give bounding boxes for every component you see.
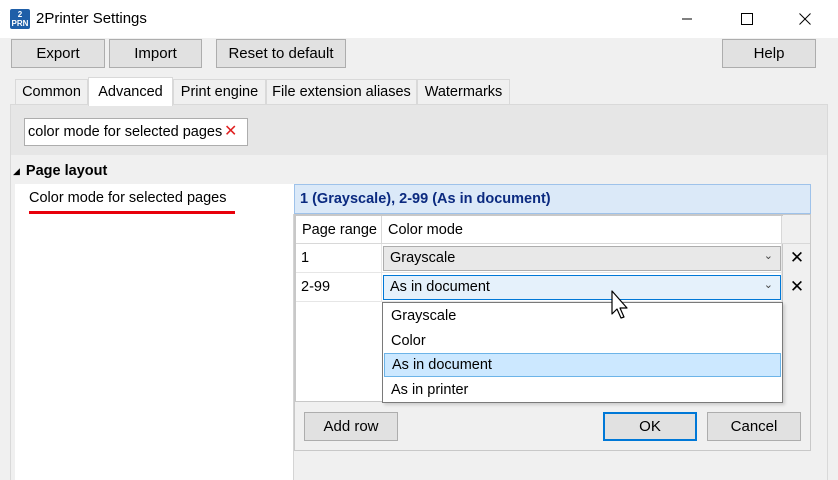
- column-header-color-mode[interactable]: Color mode: [382, 216, 782, 244]
- search-input[interactable]: color mode for selected pages: [24, 118, 248, 146]
- app-logo-icon: 2 PRN: [10, 9, 30, 29]
- combobox-value: As in document: [390, 279, 490, 295]
- maximize-button[interactable]: [724, 0, 770, 38]
- minimize-icon: [682, 18, 692, 20]
- property-name: Color mode for selected pages: [29, 190, 227, 206]
- chevron-down-icon: ⌄: [763, 249, 773, 262]
- delete-row-button[interactable]: ✕: [786, 247, 808, 269]
- cancel-button[interactable]: Cancel: [707, 412, 801, 441]
- tab-file-extension-aliases[interactable]: File extension aliases: [266, 79, 417, 104]
- dropdown-option-as-in-document[interactable]: As in document: [384, 353, 781, 377]
- category-page-layout[interactable]: ◢ Page layout: [13, 163, 107, 179]
- import-button[interactable]: Import: [109, 39, 202, 68]
- collapse-triangle-icon[interactable]: ◢: [13, 166, 20, 177]
- table-row-range-cell[interactable]: 2-99: [296, 273, 382, 302]
- reset-to-default-button[interactable]: Reset to default: [216, 39, 346, 68]
- tab-print-engine[interactable]: Print engine: [173, 79, 266, 104]
- dropdown-option-as-in-printer[interactable]: As in printer: [384, 378, 781, 402]
- color-mode-dropdown-list: Grayscale Color As in document As in pri…: [382, 302, 783, 403]
- table-row-mode-cell: Grayscale ⌄: [382, 244, 782, 273]
- search-input-value: color mode for selected pages: [28, 124, 223, 140]
- category-label: Page layout: [25, 163, 108, 179]
- mouse-pointer-icon: [611, 290, 628, 319]
- minimize-button[interactable]: [664, 0, 710, 38]
- maximize-icon: [741, 13, 753, 25]
- tab-common[interactable]: Common: [15, 79, 88, 104]
- tab-advanced[interactable]: Advanced: [88, 77, 173, 106]
- dropdown-option-grayscale[interactable]: Grayscale: [384, 304, 781, 328]
- combobox-value: Grayscale: [390, 250, 456, 266]
- window-title: 2Printer Settings: [36, 10, 147, 27]
- close-icon: [799, 13, 811, 25]
- chevron-down-icon: ⌄: [763, 278, 773, 291]
- property-value[interactable]: 1 (Grayscale), 2-99 (As in document): [294, 184, 811, 214]
- help-button[interactable]: Help: [722, 39, 816, 68]
- close-window-button[interactable]: [782, 0, 828, 38]
- column-header-page-range[interactable]: Page range: [296, 216, 382, 244]
- ok-button[interactable]: OK: [603, 412, 697, 441]
- property-grid-left-column: [15, 214, 294, 480]
- table-row-range-cell[interactable]: 1: [296, 244, 382, 273]
- color-mode-combobox[interactable]: Grayscale ⌄: [383, 245, 781, 271]
- column-header-blank: [782, 216, 810, 244]
- color-mode-combobox-open[interactable]: As in document ⌄: [383, 274, 781, 300]
- clear-icon[interactable]: ✕: [224, 121, 237, 141]
- add-row-button[interactable]: Add row: [304, 412, 398, 441]
- dropdown-option-color[interactable]: Color: [384, 329, 781, 353]
- delete-row-button[interactable]: ✕: [786, 276, 808, 298]
- export-button[interactable]: Export: [11, 39, 105, 68]
- table-row-mode-cell: As in document ⌄: [382, 273, 782, 302]
- tab-watermarks[interactable]: Watermarks: [417, 79, 510, 104]
